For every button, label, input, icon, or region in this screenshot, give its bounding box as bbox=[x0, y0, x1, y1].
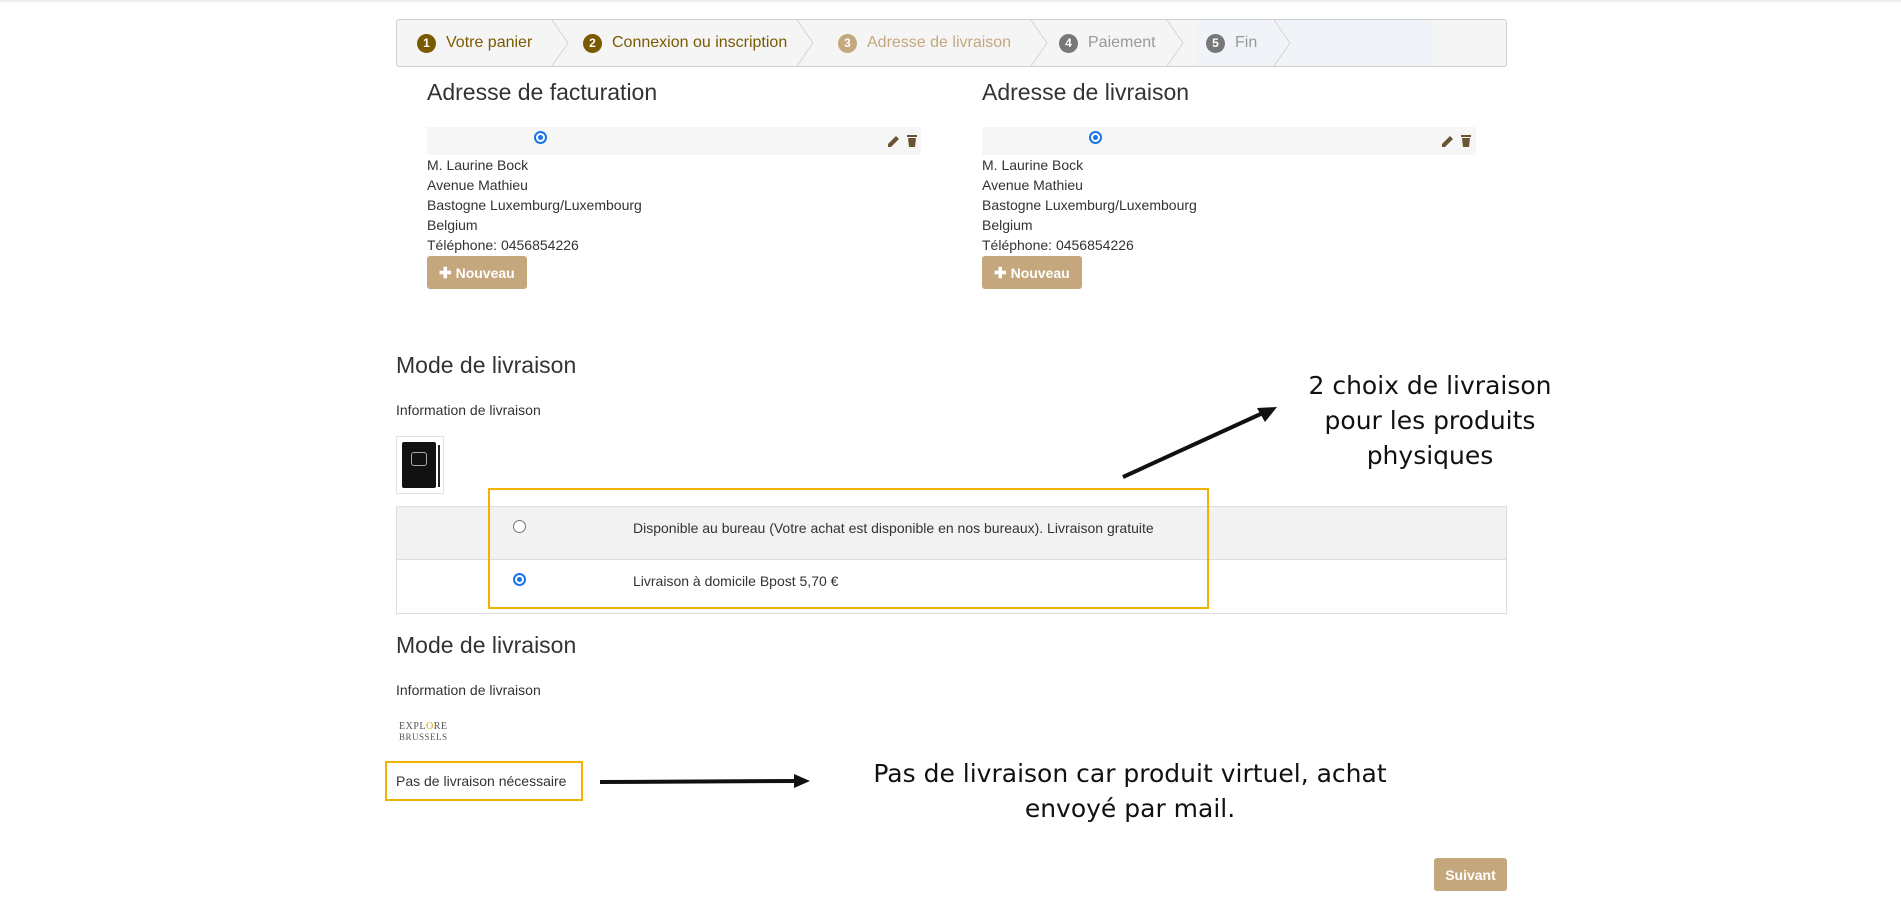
step-number: 4 bbox=[1059, 33, 1078, 53]
delivery-mode-title: Mode de livraison bbox=[396, 352, 577, 378]
annotation-line: Pas de livraison car produit virtuel, ac… bbox=[873, 759, 1387, 788]
annotation-arrow-icon bbox=[1122, 407, 1277, 479]
step-separator-icon bbox=[552, 20, 569, 66]
delivery-mode-title-virtual: Mode de livraison bbox=[396, 632, 577, 658]
crest-icon bbox=[411, 452, 427, 466]
step-separator-icon bbox=[797, 20, 814, 66]
delivery-info-label: Information de livraison bbox=[396, 402, 541, 418]
annotation-arrow-icon bbox=[599, 774, 810, 788]
shipping-address-radio[interactable] bbox=[1089, 131, 1102, 144]
shipping-address-header bbox=[982, 127, 1476, 155]
delivery-info-label-virtual: Information de livraison bbox=[396, 682, 541, 698]
annotation-line: envoyé par mail. bbox=[1024, 794, 1236, 823]
logo-text: RE bbox=[433, 721, 448, 732]
logo-accent: O bbox=[426, 721, 434, 732]
button-label: Nouveau bbox=[455, 264, 515, 281]
shipping-new-address-button[interactable]: ✚ Nouveau bbox=[982, 256, 1082, 289]
step-cart[interactable]: 1 Votre panier bbox=[417, 20, 532, 66]
edit-pencil-icon[interactable] bbox=[887, 134, 901, 148]
step-end[interactable]: 5 Fin bbox=[1206, 20, 1257, 66]
step-separator-icon bbox=[1031, 20, 1048, 66]
step-label: Fin bbox=[1235, 34, 1258, 51]
annotation-virtual: Pas de livraison car produit virtuel, ac… bbox=[840, 756, 1420, 826]
annotation-line: 2 choix de livraison bbox=[1308, 371, 1552, 400]
address-line: M. Laurine Bock bbox=[427, 157, 529, 173]
logo-text: EXPL bbox=[399, 721, 426, 732]
billing-address-lines: M. Laurine Bock Avenue Mathieu Bastogne … bbox=[427, 155, 642, 255]
step-number: 2 bbox=[583, 33, 602, 53]
step-shipping-address[interactable]: 3 Adresse de livraison bbox=[838, 20, 1011, 66]
billing-new-address-button[interactable]: ✚ Nouveau bbox=[427, 256, 527, 289]
address-line: Bastogne Luxemburg/Luxembourg bbox=[427, 197, 642, 213]
plus-icon: ✚ bbox=[439, 264, 452, 282]
step-label: Votre panier bbox=[446, 34, 533, 51]
step-login[interactable]: 2 Connexion ou inscription bbox=[583, 20, 787, 66]
annotation-line: physiques bbox=[1366, 441, 1494, 470]
step-number: 3 bbox=[838, 33, 857, 53]
address-line: M. Laurine Bock bbox=[982, 157, 1084, 173]
address-line: Avenue Mathieu bbox=[982, 177, 1083, 193]
trash-icon[interactable] bbox=[1459, 134, 1473, 148]
step-separator-icon bbox=[1274, 20, 1291, 66]
shipping-address-lines: M. Laurine Bock Avenue Mathieu Bastogne … bbox=[982, 155, 1197, 255]
explore-brussels-logo: EXPLORE BRUSSELS bbox=[399, 721, 457, 749]
product-thumbnail-notebook bbox=[396, 436, 444, 494]
address-line: Avenue Mathieu bbox=[427, 177, 528, 193]
annotation-physical: 2 choix de livraison pour les produits p… bbox=[1290, 368, 1570, 473]
step-number: 5 bbox=[1206, 33, 1225, 53]
trash-icon[interactable] bbox=[905, 134, 919, 148]
step-separator-icon bbox=[1167, 20, 1184, 66]
address-line: Téléphone: 0456854226 bbox=[427, 237, 579, 253]
top-border bbox=[0, 0, 1901, 2]
address-line: Téléphone: 0456854226 bbox=[982, 237, 1134, 253]
pen-image bbox=[438, 445, 440, 487]
billing-address-title: Adresse de facturation bbox=[427, 79, 658, 105]
step-label: Connexion ou inscription bbox=[612, 34, 788, 51]
address-line: Belgium bbox=[982, 217, 1033, 233]
address-line: Bastogne Luxemburg/Luxembourg bbox=[982, 197, 1197, 213]
plus-icon: ✚ bbox=[994, 264, 1007, 282]
next-button[interactable]: Suivant bbox=[1434, 858, 1507, 891]
highlight-box bbox=[488, 488, 1209, 609]
billing-address-header bbox=[427, 127, 921, 155]
checkout-stepper: 1 Votre panier 2 Connexion ou inscriptio… bbox=[396, 19, 1507, 67]
address-line: Belgium bbox=[427, 217, 478, 233]
button-label: Nouveau bbox=[1010, 264, 1070, 281]
step-label: Paiement bbox=[1088, 34, 1156, 51]
step-number: 1 bbox=[417, 33, 436, 53]
no-delivery-needed-text: Pas de livraison nécessaire bbox=[396, 773, 567, 789]
step-payment[interactable]: 4 Paiement bbox=[1059, 20, 1156, 66]
shipping-address-title: Adresse de livraison bbox=[982, 79, 1190, 105]
step-label: Adresse de livraison bbox=[867, 34, 1012, 51]
info-label-text: Information de livraison bbox=[396, 682, 541, 698]
logo-text: BRUSSELS bbox=[399, 732, 448, 742]
edit-pencil-icon[interactable] bbox=[1441, 134, 1455, 148]
annotation-line: pour les produits bbox=[1324, 406, 1536, 435]
billing-address-radio[interactable] bbox=[534, 131, 547, 144]
